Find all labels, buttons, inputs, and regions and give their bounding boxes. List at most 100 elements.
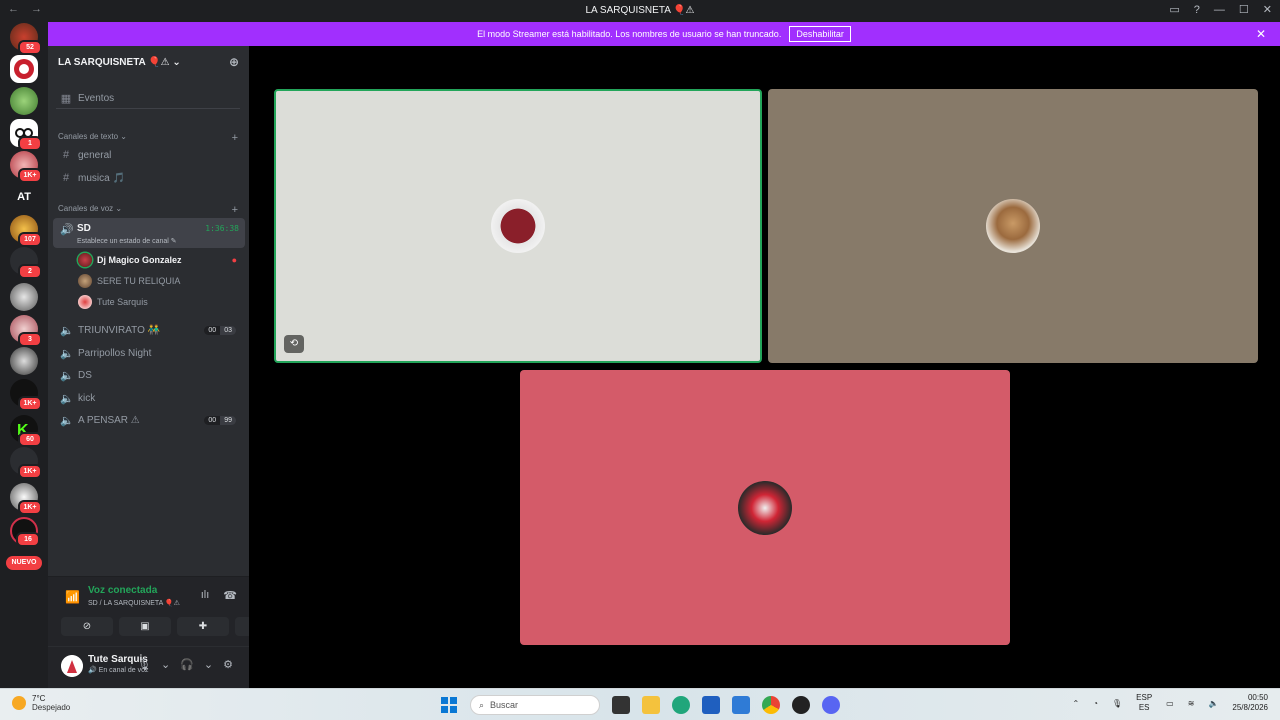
guild-header[interactable]: LA SARQUISNETA 🎈⚠ ⌄ ⊕	[48, 46, 249, 78]
windows-taskbar: 7°C Despejado ⌕ Buscar ⌃ ◔ 🎙 ESP ES ▭ ≋ …	[0, 688, 1280, 720]
voice-stage: ⟲	[249, 46, 1280, 688]
voice-category[interactable]: Canales de voz ⌄ +	[58, 204, 238, 216]
user-avatar-icon	[61, 655, 83, 677]
red-shield-icon	[14, 59, 34, 79]
system-tray: ⌃ ◔ 🎙 ESP ES ▭ ≋ 🔈 00:50 25/8/2026	[1072, 693, 1268, 713]
volume-icon[interactable]: 🔈	[1208, 699, 1218, 708]
server-icon-2[interactable]	[10, 55, 38, 83]
voice-location[interactable]: SD / LA SARQUISNETA 🎈⚠	[88, 599, 180, 607]
store-icon[interactable]	[702, 696, 720, 714]
add-text-channel-icon[interactable]: +	[232, 132, 238, 144]
screen-share-button[interactable]: ▣	[119, 617, 171, 636]
voice-channel-parripollos[interactable]: 🔈 Parripollos Night	[56, 343, 242, 363]
participant-tile-3[interactable]	[520, 370, 1010, 645]
mail-icon[interactable]	[732, 696, 750, 714]
popout-icon[interactable]: ⟲	[284, 335, 304, 353]
guild-name: LA SARQUISNETA 🎈⚠	[58, 56, 170, 68]
app-icon[interactable]	[792, 696, 810, 714]
server-icon-9[interactable]	[10, 283, 38, 311]
voice-channel-ds[interactable]: 🔈 DS	[56, 365, 242, 385]
server-icon-5[interactable]: 1K+	[10, 151, 42, 183]
server-icon-3[interactable]	[10, 87, 38, 115]
weather-widget[interactable]: 7°C Despejado	[12, 694, 70, 712]
channel-label: DS	[78, 369, 92, 381]
mention-badge: 3	[18, 332, 42, 347]
channel-label: musica 🎵	[78, 172, 125, 184]
chrome-icon[interactable]	[762, 696, 780, 714]
server-icon-kick[interactable]: K 60	[10, 415, 42, 447]
new-badge[interactable]: NUEVO	[6, 556, 42, 570]
chevron-down-icon[interactable]: ⌄	[161, 658, 170, 671]
help-icon[interactable]: ?	[1194, 4, 1200, 16]
microphone-icon[interactable]: 🎙	[137, 658, 151, 671]
disconnect-icon[interactable]: ☎	[223, 589, 237, 602]
language-indicator[interactable]: ESP ES	[1136, 693, 1152, 713]
call-timer: 1:36:38	[205, 224, 239, 233]
display-icon[interactable]: ▭	[1166, 699, 1174, 708]
hashtag-icon: #	[62, 149, 70, 161]
server-icon-7[interactable]: 107	[10, 215, 42, 247]
text-category[interactable]: Canales de texto ⌄ +	[58, 132, 238, 144]
voice-member[interactable]: Tute Sarquis	[78, 293, 243, 311]
avatar	[78, 295, 92, 309]
minimize-icon[interactable]: —	[1214, 4, 1225, 16]
server-icon-1[interactable]: 52	[10, 23, 42, 55]
voice-channel-sd[interactable]: 🔊 SD Establece un estado de canal ✎ 1:36…	[53, 218, 245, 248]
discord-icon[interactable]	[822, 696, 840, 714]
voice-status[interactable]: Voz conectada	[88, 585, 157, 596]
maximize-icon[interactable]: ☐	[1239, 3, 1249, 16]
settings-gear-icon[interactable]: ⚙	[223, 658, 233, 671]
server-icon-4[interactable]: 1	[10, 119, 42, 151]
camera-off-button[interactable]: ⊘	[61, 617, 113, 636]
server-icon-12[interactable]: 1K+	[10, 379, 42, 411]
channel-musica[interactable]: # musica 🎵	[56, 168, 242, 188]
microphone-tray-icon[interactable]: 🎙	[1112, 699, 1122, 708]
invite-user-icon[interactable]: ⊕	[229, 55, 239, 69]
avatar[interactable]	[61, 655, 83, 677]
inbox-icon[interactable]: ▭	[1169, 3, 1179, 16]
voice-channel-name: SD	[77, 223, 91, 234]
chevron-down-icon[interactable]: ⌄	[204, 658, 213, 671]
events-item[interactable]: ▦ Eventos	[56, 88, 242, 108]
voice-member[interactable]: SERE TU RELIQUIA	[78, 272, 243, 290]
edge-icon[interactable]	[672, 696, 690, 714]
clock[interactable]: 00:50 25/8/2026	[1232, 693, 1268, 713]
channel-general[interactable]: # general	[56, 145, 242, 165]
window-title: LA SARQUISNETA 🎈⚠	[585, 5, 695, 16]
close-banner-icon[interactable]: ✕	[1256, 27, 1266, 41]
task-view-icon[interactable]	[612, 696, 630, 714]
user-limit-pill: 00 99	[204, 415, 236, 425]
search-icon: ⌕	[479, 699, 485, 710]
channel-status[interactable]: Establece un estado de canal ✎	[77, 237, 177, 245]
server-icon-8[interactable]: 2	[10, 247, 42, 279]
file-explorer-icon[interactable]	[642, 696, 660, 714]
wifi-icon[interactable]: ≋	[1188, 699, 1195, 708]
server-icon-at[interactable]: AT	[10, 183, 38, 211]
participant-tile-1[interactable]: ⟲	[274, 89, 762, 363]
taskbar-search[interactable]: ⌕ Buscar	[470, 695, 600, 715]
server-icon-11[interactable]	[10, 347, 38, 375]
weather-condition: Despejado	[32, 703, 71, 712]
disable-streamer-button[interactable]: Deshabilitar	[789, 26, 851, 42]
add-voice-channel-icon[interactable]: +	[232, 204, 238, 216]
windows-start-icon[interactable]	[440, 696, 458, 714]
voice-channel-triunvirato[interactable]: 🔈 TRIUNVIRATO 👬 00 03	[56, 320, 242, 340]
voice-channel-kick[interactable]: 🔈 kick	[56, 388, 242, 408]
participant-tile-2[interactable]	[768, 89, 1258, 363]
noise-suppression-icon[interactable]: ılı	[201, 589, 210, 602]
banner-text: El modo Streamer está habilitado. Los no…	[477, 29, 782, 39]
network-icon[interactable]: ◔	[1093, 699, 1098, 708]
server-icon-16[interactable]: 16	[10, 517, 40, 547]
voice-member[interactable]: Dj Magico Gonzalez ●	[78, 251, 243, 269]
activities-button[interactable]: ✚	[177, 617, 229, 636]
voice-channel-a-pensar[interactable]: 🔈 A PENSAR ⚠ 00 99	[56, 410, 242, 430]
server-icon-15[interactable]: 1K+	[10, 483, 42, 515]
chevron-up-icon[interactable]: ⌃	[1072, 699, 1079, 708]
voice-category-label: Canales de voz	[58, 204, 114, 213]
server-icon-10[interactable]: 3	[10, 315, 42, 347]
signal-icon[interactable]: 📶	[65, 590, 80, 604]
mention-badge: 1K+	[18, 464, 42, 479]
headphones-icon[interactable]: 🎧	[180, 658, 194, 671]
server-icon-14[interactable]: 1K+	[10, 447, 42, 479]
close-window-icon[interactable]: ✕	[1263, 3, 1272, 16]
